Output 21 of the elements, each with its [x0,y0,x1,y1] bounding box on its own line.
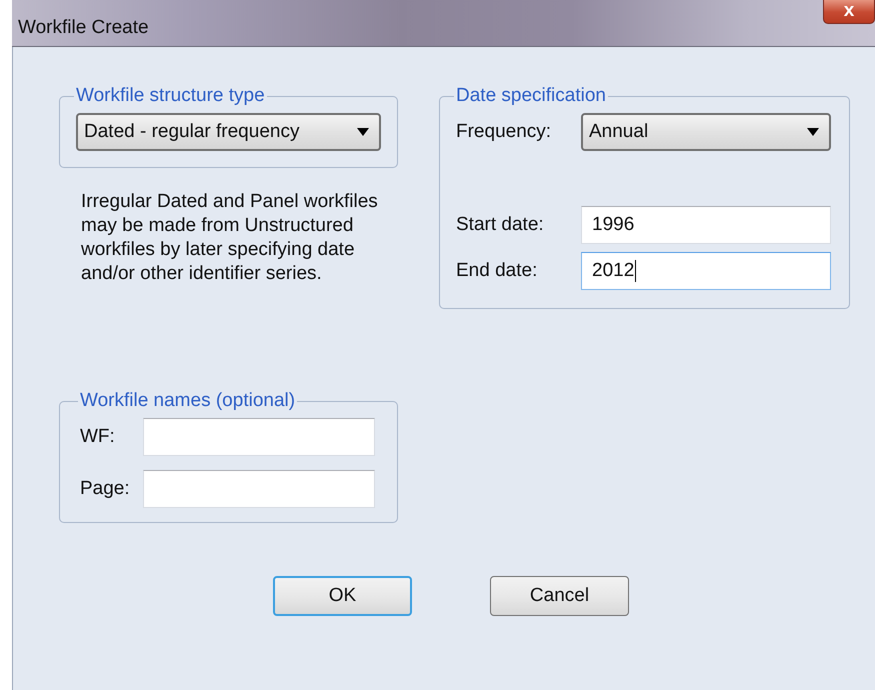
input-field[interactable]: 2012 [581,252,831,290]
field-label: End date: [456,260,538,282]
input-field[interactable]: 1996 [581,206,831,244]
dropdown[interactable]: Annual [581,113,831,151]
field-label: Start date: [456,214,545,236]
field-label: WF: [80,426,116,448]
caret-icon [357,128,369,136]
close-button[interactable]: x [823,0,875,24]
cancel-button[interactable]: Cancel [490,576,629,616]
group-title: Workfile names (optional) [79,390,296,412]
help-text: Irregular Dated and Panel workfiles may be made from Unstructured workfiles by later specifying date and/or other identifier series. [81,190,379,286]
group-title: Workfile structure type [75,85,266,107]
field-label: Page: [80,478,131,500]
dropdown[interactable]: Dated - regular frequency [76,113,381,151]
field-label: Frequency: [456,121,552,143]
window-title: Workfile Create [18,17,149,39]
ok-button[interactable]: OK [273,576,412,616]
caret-icon [807,128,819,136]
group-title: Date specification [455,85,607,107]
input-field[interactable] [143,418,375,456]
input-field[interactable] [143,470,375,508]
